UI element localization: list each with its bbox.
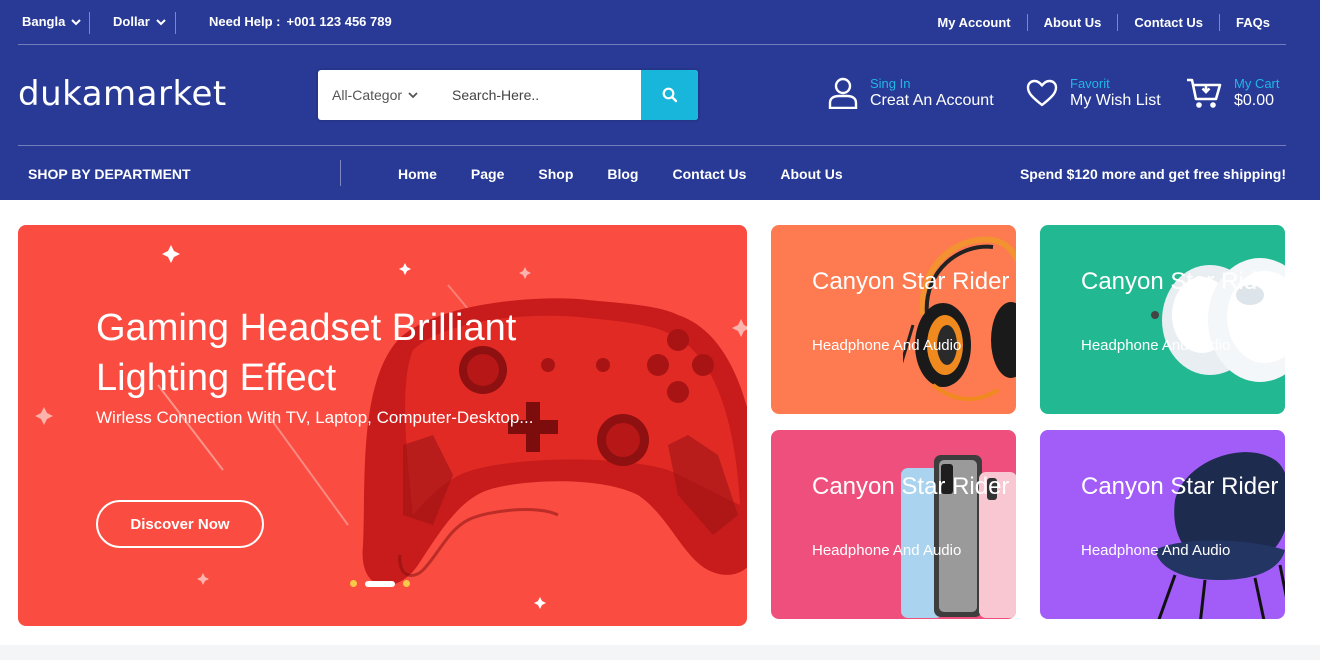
cart-link[interactable]: My Cart $0.00	[1186, 76, 1280, 110]
divider	[175, 12, 176, 34]
top-link-contact-us[interactable]: Contact Us	[1117, 14, 1219, 31]
help-label: Need Help :	[209, 14, 281, 29]
page-bottom-strip	[0, 645, 1320, 660]
language-select[interactable]: Bangla	[22, 14, 82, 29]
promo-subtitle: Headphone And Audio	[1081, 542, 1231, 559]
hero-title: Gaming Headset Brilliant Lighting Effect	[96, 307, 517, 399]
nav-item-shop[interactable]: Shop	[538, 166, 573, 182]
cart-total: $0.00	[1234, 92, 1275, 109]
hero-slider: Gaming Headset Brilliant Lighting Effect…	[18, 225, 747, 626]
promo-card-armchair[interactable]: Canyon Star Rider Headphone And Audio	[1040, 430, 1285, 619]
earbuds-image	[1151, 258, 1285, 382]
search-input[interactable]	[438, 70, 641, 120]
armchair-image	[1155, 452, 1285, 619]
top-link-my-account[interactable]: My Account	[921, 14, 1026, 31]
chevron-down-icon	[408, 92, 418, 99]
help-contact: Need Help : +001 123 456 789	[209, 14, 392, 29]
wishlist-big-label: My Wish List	[1070, 92, 1161, 109]
account-big-label: Creat An Account	[870, 92, 994, 109]
promo-card-earbuds[interactable]: Canyon Star Rider Headphone And Audio	[1040, 225, 1285, 414]
discover-now-button[interactable]: Discover Now	[96, 500, 264, 548]
currency-value: Dollar	[113, 14, 150, 29]
site-header: Bangla Dollar Need Help : +001 123 456 7…	[0, 0, 1320, 200]
top-link-about-us[interactable]: About Us	[1026, 14, 1118, 31]
language-value: Bangla	[22, 14, 66, 29]
headphones-image	[903, 236, 1016, 402]
promo-subtitle: Headphone And Audio	[1081, 337, 1231, 354]
nav-item-contact-us[interactable]: Contact Us	[672, 166, 746, 182]
divider	[89, 12, 90, 34]
cart-icon	[1187, 78, 1222, 108]
account-small-label: Sing In	[870, 76, 911, 91]
search-icon	[662, 87, 677, 103]
promo-subtitle: Headphone And Audio	[812, 542, 962, 559]
user-icon	[828, 77, 858, 109]
wishlist-small-label: Favorit	[1070, 76, 1110, 91]
promo-title: Canyon Star Rider	[1081, 473, 1279, 500]
top-link-faqs[interactable]: FAQs	[1219, 14, 1286, 31]
nav-item-about-us[interactable]: About Us	[780, 166, 842, 182]
chevron-down-icon	[71, 18, 82, 25]
chevron-down-icon	[156, 18, 166, 25]
help-phone[interactable]: +001 123 456 789	[287, 14, 392, 29]
shipping-note: Spend $120 more and get free shipping!	[1019, 166, 1286, 182]
promo-card-headphones[interactable]: Canyon Star Rider Headphone And Audio	[771, 225, 1016, 414]
slider-dot-active[interactable]	[365, 580, 395, 587]
promo-card-phones[interactable]: Canyon Star Rider Headphone And Audio	[771, 430, 1016, 619]
promo-title: Canyon Star Rider	[812, 268, 1010, 295]
category-value: All-Categor	[332, 87, 403, 103]
site-logo[interactable]: dukamarket	[18, 74, 227, 114]
nav-item-blog[interactable]: Blog	[607, 166, 638, 182]
slider-dots	[350, 580, 410, 587]
cart-small-label: My Cart	[1234, 76, 1280, 91]
search-button[interactable]	[641, 70, 698, 120]
currency-select[interactable]: Dollar	[113, 14, 166, 29]
nav-item-page[interactable]: Page	[471, 166, 504, 182]
promo-title: Canyon Star Rider	[1081, 268, 1279, 295]
main-content: Gaming Headset Brilliant Lighting Effect…	[0, 200, 1320, 645]
slider-dot[interactable]	[350, 580, 357, 587]
nav-item-home[interactable]: Home	[398, 166, 437, 182]
promo-subtitle: Headphone And Audio	[812, 337, 962, 354]
hero-subtitle: Wirless Connection With TV, Laptop, Comp…	[96, 408, 534, 427]
wishlist-link[interactable]: Favorit My Wish List	[1026, 76, 1161, 110]
top-bar: Bangla Dollar Need Help : +001 123 456 7…	[18, 0, 1286, 45]
category-select[interactable]: All-Categor	[318, 70, 438, 120]
search-bar: All-Categor	[318, 70, 698, 120]
main-nav: SHOP BY DEPARTMENT Home Page Shop Blog C…	[18, 145, 1286, 200]
heart-icon	[1026, 79, 1058, 107]
account-link[interactable]: Sing In Creat An Account	[828, 76, 994, 110]
promo-title: Canyon Star Rider	[812, 473, 1010, 500]
nav-menu: Home Page Shop Blog Contact Us About Us	[398, 166, 877, 182]
shop-by-department[interactable]: SHOP BY DEPARTMENT	[28, 166, 191, 182]
slider-dot[interactable]	[403, 580, 410, 587]
top-links: My Account About Us Contact Us FAQs	[921, 14, 1286, 31]
divider	[340, 160, 341, 186]
